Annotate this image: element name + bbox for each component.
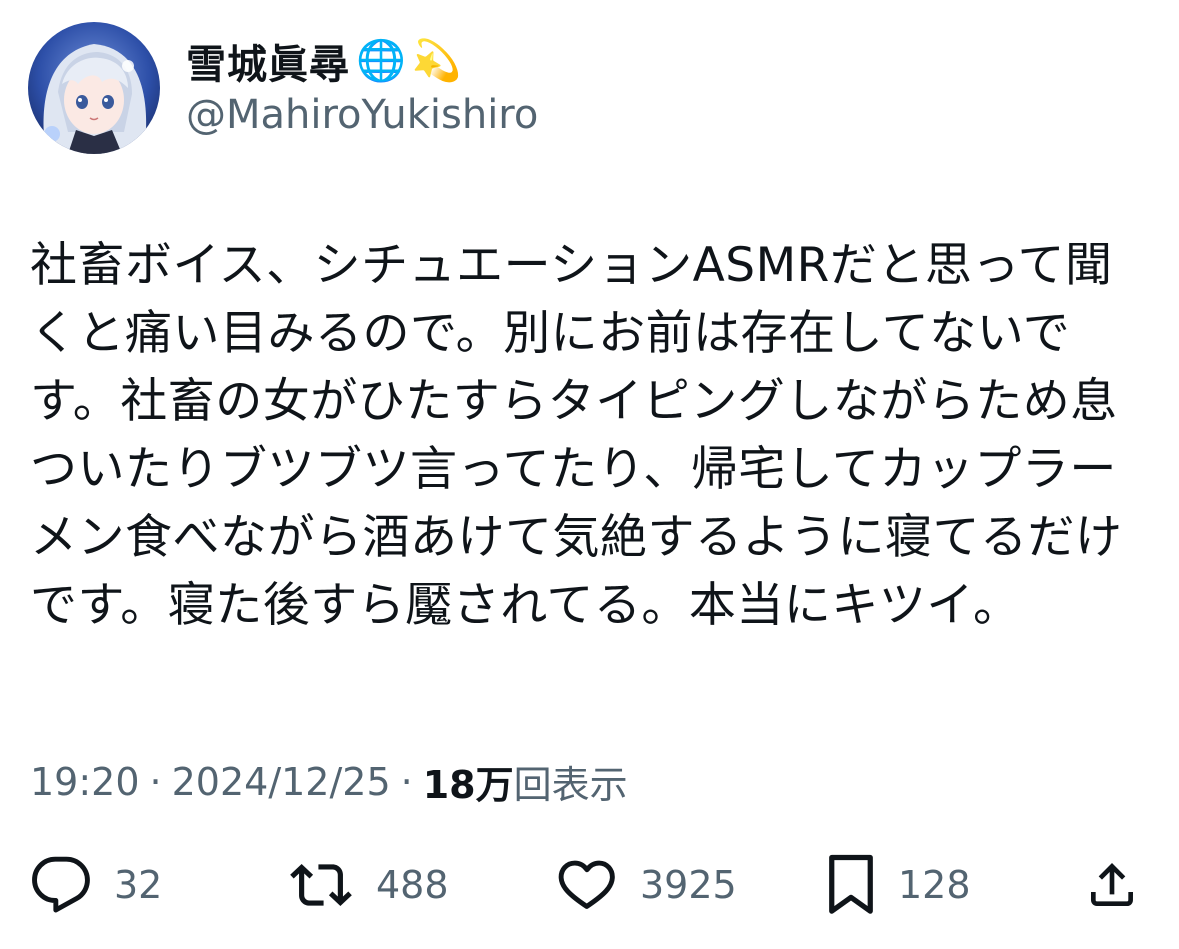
avatar[interactable] [28,22,160,154]
views-count: 18万 [422,763,514,807]
bookmark-icon [829,854,873,914]
reply-count: 32 [114,863,163,907]
repost-icon [290,864,352,906]
author-display-name[interactable]: 雪城眞尋 [186,32,350,90]
like-count: 3925 [640,863,737,907]
views-label: 回表示 [513,763,628,807]
tweet-time[interactable]: 19:20 [30,760,140,804]
reply-icon [32,856,90,913]
meta-separator: · [149,759,162,804]
avatar-image [28,22,160,154]
action-bar: 32 488 3925 128 [0,850,1179,920]
share-button[interactable] [1084,850,1140,920]
like-button[interactable]: 3925 [556,850,737,920]
reply-button[interactable]: 32 [30,850,162,920]
bookmark-count: 128 [898,863,971,907]
meta-separator: · [400,759,413,804]
tweet-meta: 19:20 · 2024/12/25 · 18万 回表示 [30,754,628,809]
globe-icon: 🌐 [356,38,406,84]
bookmark-button[interactable]: 128 [826,850,971,920]
repost-button[interactable]: 488 [288,850,449,920]
tweet-text: 社畜ボイス、シチュエーションASMRだと思って聞くと痛い目みるので。別にお前は存… [30,238,1123,633]
author-name-row[interactable]: 雪城眞尋 🌐 💫 [186,30,462,92]
author-handle[interactable]: @MahiroYukishiro [186,92,538,138]
heart-icon [558,860,615,909]
repost-count: 488 [376,863,449,907]
share-icon [1091,863,1133,906]
tweet-date[interactable]: 2024/12/25 [172,760,391,804]
dizzy-star-icon: 💫 [411,38,462,84]
